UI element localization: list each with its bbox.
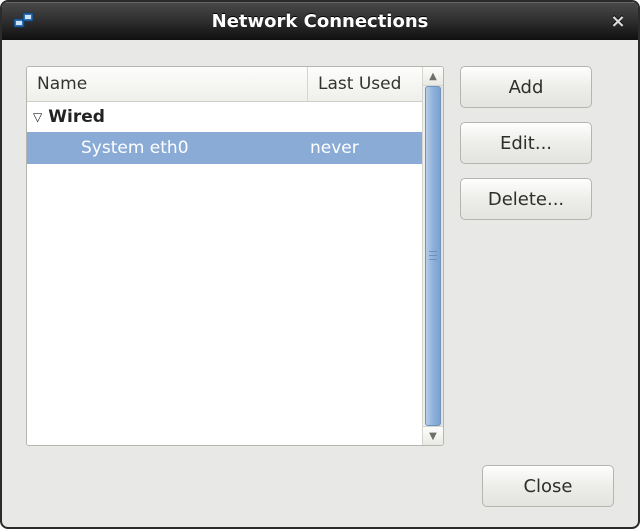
scroll-down-button[interactable]: ▼	[423, 426, 443, 445]
chevron-down-icon: ▽	[33, 111, 42, 123]
scroll-thumb[interactable]	[425, 86, 441, 426]
main-row: Name Last Used ▽ Wired System eth0 never	[26, 66, 614, 449]
side-buttons: Add Edit... Delete...	[460, 66, 592, 220]
group-label: Wired	[48, 107, 105, 127]
list-body[interactable]: ▽ Wired System eth0 never	[27, 102, 422, 445]
scroll-track[interactable]	[423, 86, 443, 426]
window-title: Network Connections	[2, 11, 638, 32]
network-icon	[12, 9, 36, 33]
connections-list-inner: Name Last Used ▽ Wired System eth0 never	[27, 67, 422, 445]
vertical-scrollbar[interactable]: ▲ ▼	[422, 67, 443, 445]
titlebar[interactable]: Network Connections ×	[2, 2, 638, 40]
chevron-down-icon: ▼	[429, 431, 437, 442]
connections-list[interactable]: Name Last Used ▽ Wired System eth0 never	[26, 66, 444, 446]
chevron-up-icon: ▲	[429, 71, 437, 82]
connection-name: System eth0	[27, 138, 308, 158]
scroll-up-button[interactable]: ▲	[423, 67, 443, 86]
add-button[interactable]: Add	[460, 66, 592, 108]
delete-button[interactable]: Delete...	[460, 178, 592, 220]
close-button[interactable]: Close	[482, 465, 614, 507]
close-icon: ×	[610, 11, 625, 32]
list-header[interactable]: Name Last Used	[27, 67, 422, 102]
window: Network Connections × Name Last Used ▽ W…	[0, 0, 640, 529]
window-close-button[interactable]: ×	[608, 11, 628, 32]
edit-button[interactable]: Edit...	[460, 122, 592, 164]
group-row-wired[interactable]: ▽ Wired	[27, 102, 422, 132]
window-body: Name Last Used ▽ Wired System eth0 never	[2, 40, 638, 527]
footer: Close	[26, 449, 614, 507]
column-header-name[interactable]: Name	[27, 67, 308, 101]
connection-row[interactable]: System eth0 never	[27, 132, 422, 164]
column-header-last-used[interactable]: Last Used	[308, 67, 422, 101]
connection-last-used: never	[308, 138, 422, 158]
